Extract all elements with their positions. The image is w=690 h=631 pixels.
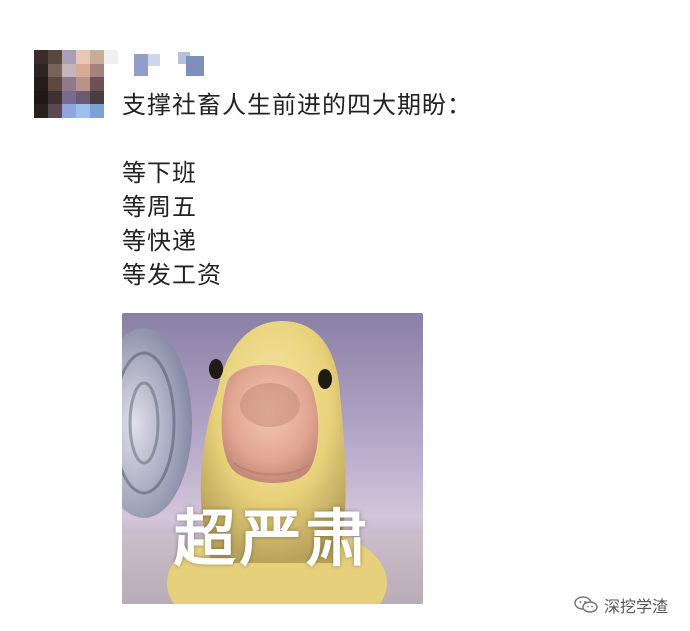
- meme-image[interactable]: 超严肃: [122, 313, 423, 604]
- avatar[interactable]: [34, 50, 118, 118]
- watermark: 深挖学渣: [574, 593, 668, 617]
- wechat-logo-icon: [574, 596, 598, 613]
- post-line-4: 等发工资: [122, 261, 222, 289]
- username[interactable]: [134, 52, 204, 78]
- post-line-3: 等快递: [122, 227, 197, 255]
- post-line-2: 等周五: [122, 193, 197, 221]
- post-headline: 支撑社畜人生前进的四大期盼：: [122, 91, 472, 119]
- post-line-1: 等下班: [122, 159, 197, 187]
- social-post: 支撑社畜人生前进的四大期盼： 等下班 等周五 等快递 等发工资 超严肃 深挖学渣: [0, 0, 690, 631]
- post-text: 支撑社畜人生前进的四大期盼： 等下班 等周五 等快递 等发工资: [122, 88, 472, 292]
- meme-caption: 超严肃: [173, 502, 372, 575]
- watermark-label: 深挖学渣: [603, 597, 668, 616]
